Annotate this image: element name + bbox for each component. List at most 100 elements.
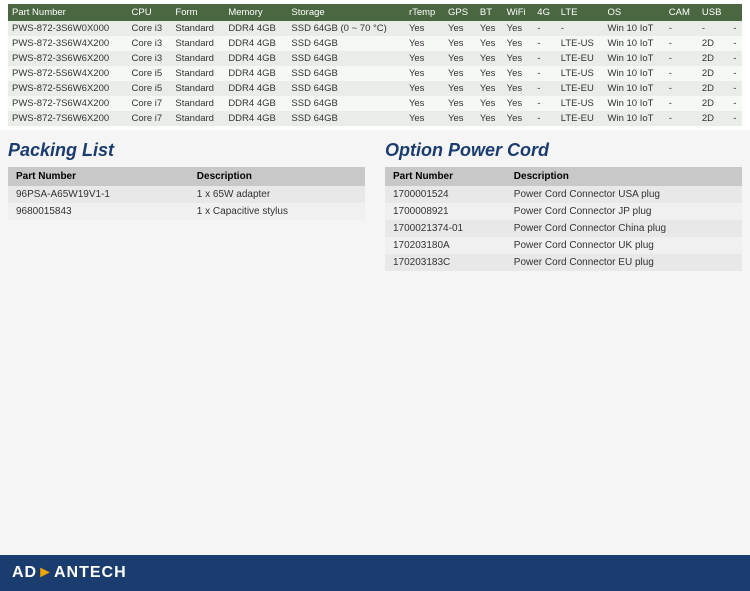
table-cell: - (533, 96, 557, 111)
table-cell: Yes (476, 81, 503, 96)
table-cell: - (533, 51, 557, 66)
table-cell: Yes (476, 66, 503, 81)
table-cell: - (729, 21, 742, 36)
table-cell: Power Cord Connector JP plug (506, 203, 742, 220)
product-table: Part Number CPU Form Memory Storage rTem… (8, 4, 742, 126)
power-col-part: Part Number (385, 167, 506, 186)
power-cord-header: Part Number Description (385, 167, 742, 186)
col-memory: Memory (224, 4, 287, 21)
table-cell: Yes (476, 36, 503, 51)
col-gps: GPS (444, 4, 476, 21)
col-bt: BT (476, 4, 503, 21)
table-cell: - (665, 81, 698, 96)
table-cell: PWS-872-5S6W6X200 (8, 81, 128, 96)
middle-section: Packing List Part Number Description 96P… (0, 130, 750, 281)
table-cell: Core i3 (128, 21, 172, 36)
table-row: PWS-872-3S6W6X200Core i3StandardDDR4 4GB… (8, 51, 742, 66)
table-cell: 170203183C (385, 254, 506, 271)
table-cell: - (533, 81, 557, 96)
table-cell: Yes (444, 81, 476, 96)
table-cell: Standard (171, 81, 224, 96)
packing-col-desc: Description (189, 167, 365, 186)
table-cell: LTE-EU (557, 51, 604, 66)
table-cell: - (729, 51, 742, 66)
col-wifi: WiFi (503, 4, 534, 21)
table-cell: Core i3 (128, 36, 172, 51)
list-item: 1700008921Power Cord Connector JP plug (385, 203, 742, 220)
table-cell: Core i3 (128, 51, 172, 66)
power-col-desc: Description (506, 167, 742, 186)
table-cell: Power Cord Connector EU plug (506, 254, 742, 271)
table-cell: - (557, 21, 604, 36)
power-cord-table: Part Number Description 1700001524Power … (385, 167, 742, 271)
table-cell: LTE-EU (557, 81, 604, 96)
table-cell: 2D (698, 51, 729, 66)
table-cell: Yes (405, 36, 444, 51)
table-row: PWS-872-3S6W0X000Core i3StandardDDR4 4GB… (8, 21, 742, 36)
main-table-section: Part Number CPU Form Memory Storage rTem… (0, 0, 750, 130)
table-cell: - (533, 111, 557, 126)
table-cell: Yes (503, 36, 534, 51)
table-cell: 9680015843 (8, 203, 189, 220)
table-cell: LTE-EU (557, 111, 604, 126)
table-cell: - (533, 36, 557, 51)
table-cell: Yes (444, 36, 476, 51)
packing-list-header: Part Number Description (8, 167, 365, 186)
table-cell: Standard (171, 36, 224, 51)
table-cell: Yes (444, 21, 476, 36)
table-cell: SSD 64GB (0 ~ 70 °C) (287, 21, 405, 36)
table-cell: 1 x Capacitive stylus (189, 203, 365, 220)
table-cell: Yes (405, 21, 444, 36)
table-cell: - (665, 66, 698, 81)
table-cell: 96PSA-A65W19V1-1 (8, 186, 189, 203)
table-cell: PWS-872-3S6W0X000 (8, 21, 128, 36)
col-os: OS (604, 4, 665, 21)
col-rtemp: rTemp (405, 4, 444, 21)
table-cell: - (729, 66, 742, 81)
table-cell: Win 10 IoT (604, 81, 665, 96)
table-row: PWS-872-7S6W4X200Core i7StandardDDR4 4GB… (8, 96, 742, 111)
table-row: PWS-872-7S6W6X200Core i7StandardDDR4 4GB… (8, 111, 742, 126)
table-cell: DDR4 4GB (224, 96, 287, 111)
table-cell: Yes (405, 81, 444, 96)
table-cell: SSD 64GB (287, 51, 405, 66)
table-cell: Core i5 (128, 66, 172, 81)
table-header-row: Part Number CPU Form Memory Storage rTem… (8, 4, 742, 21)
table-row: PWS-872-3S6W4X200Core i3StandardDDR4 4GB… (8, 36, 742, 51)
footer: AD►ANTECH (0, 555, 750, 591)
table-cell: PWS-872-5S6W4X200 (8, 66, 128, 81)
table-cell: Yes (503, 51, 534, 66)
table-cell: 2D (698, 111, 729, 126)
list-item: 1700021374-01Power Cord Connector China … (385, 220, 742, 237)
col-storage: Storage (287, 4, 405, 21)
table-cell: Yes (476, 96, 503, 111)
list-item: 170203180APower Cord Connector UK plug (385, 237, 742, 254)
table-cell: - (729, 36, 742, 51)
table-cell: Yes (503, 96, 534, 111)
table-cell: Yes (444, 51, 476, 66)
table-cell: Yes (405, 66, 444, 81)
table-cell: - (665, 21, 698, 36)
col-extra (729, 4, 742, 21)
table-row: PWS-872-5S6W4X200Core i5StandardDDR4 4GB… (8, 66, 742, 81)
table-cell: PWS-872-3S6W4X200 (8, 36, 128, 51)
packing-col-part: Part Number (8, 167, 189, 186)
table-cell: - (729, 111, 742, 126)
table-cell: SSD 64GB (287, 81, 405, 96)
table-cell: Yes (405, 96, 444, 111)
table-cell: 1700008921 (385, 203, 506, 220)
table-cell: LTE-US (557, 66, 604, 81)
table-cell: Win 10 IoT (604, 96, 665, 111)
table-cell: - (729, 81, 742, 96)
col-part-number: Part Number (8, 4, 128, 21)
list-item: 96800158431 x Capacitive stylus (8, 203, 365, 220)
table-cell: Yes (444, 96, 476, 111)
packing-list-section: Packing List Part Number Description 96P… (8, 140, 365, 271)
table-cell: Standard (171, 111, 224, 126)
col-form: Form (171, 4, 224, 21)
table-cell: Win 10 IoT (604, 111, 665, 126)
table-cell: Yes (503, 21, 534, 36)
table-cell: Yes (503, 81, 534, 96)
table-cell: DDR4 4GB (224, 21, 287, 36)
table-cell: - (665, 36, 698, 51)
